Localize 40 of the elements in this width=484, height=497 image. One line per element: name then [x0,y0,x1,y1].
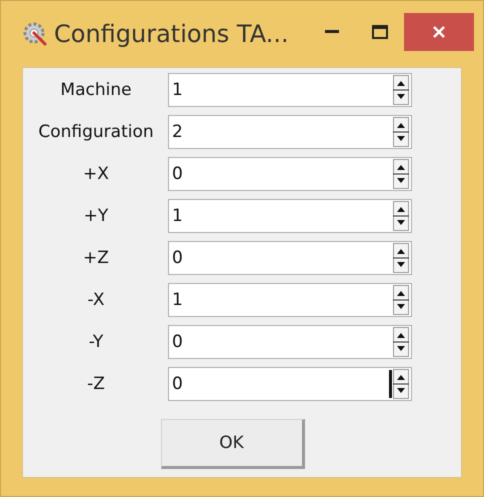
maximize-icon [372,25,388,39]
field-label: -Z [86,374,106,394]
spin-field[interactable]: 1 [168,199,412,233]
field-label: -X [86,290,106,310]
spinner-arrows-icon[interactable] [393,327,409,357]
spin-field[interactable]: 0 [168,367,412,401]
window-title: Configurations TA... [54,20,289,48]
spinner-arrows-icon[interactable] [393,285,409,315]
field-label: +Z [82,248,110,268]
field-value: 1 [172,80,184,100]
field-label: +Y [82,206,110,226]
spin-field[interactable]: 1 [168,73,412,107]
spinner-arrows-icon[interactable] [393,369,409,399]
spinner-arrows-icon[interactable] [393,201,409,231]
field-label: Configuration [37,122,155,142]
minimize-icon [325,30,339,34]
spin-field[interactable]: 0 [168,157,412,191]
close-button[interactable] [404,13,474,51]
close-icon [432,25,446,39]
field-value: 0 [172,248,184,268]
field-value: 1 [172,206,184,226]
field-label: Machine [59,80,133,100]
spinner-arrows-icon[interactable] [393,75,409,105]
spin-field[interactable]: 0 [168,325,412,359]
spin-field[interactable]: 1 [168,283,412,317]
field-label: -Y [88,332,104,352]
text-cursor [389,370,392,398]
field-value: 2 [172,122,184,142]
spinner-arrows-icon[interactable] [393,159,409,189]
spin-field[interactable]: 0 [168,241,412,275]
gear-wrench-icon [22,21,48,47]
field-value: 1 [172,290,184,310]
spinner-arrows-icon[interactable] [393,117,409,147]
field-value: 0 [172,164,184,184]
spin-field[interactable]: 2 [168,115,412,149]
field-label: +X [82,164,110,184]
spinner-arrows-icon[interactable] [393,243,409,273]
field-value: 0 [172,332,184,352]
ok-button[interactable]: OK [160,419,304,469]
field-value: 0 [172,374,184,394]
